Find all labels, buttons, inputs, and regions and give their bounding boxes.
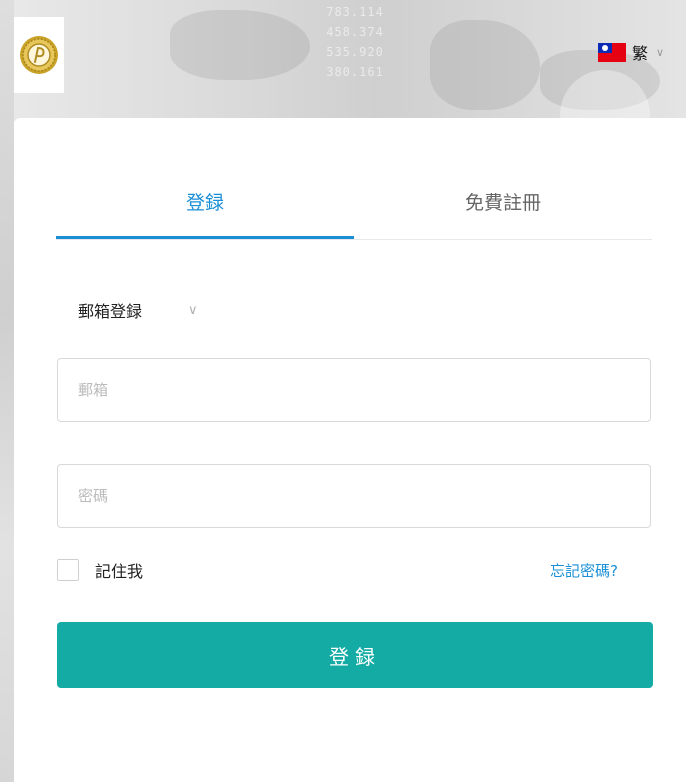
login-method-select[interactable]: 郵箱登録 ∨ (78, 298, 198, 322)
email-field[interactable] (57, 358, 651, 422)
language-label: 繁 (632, 44, 649, 63)
chevron-down-icon: ∨ (188, 302, 198, 318)
remember-me-checkbox[interactable] (57, 559, 79, 581)
chevron-down-icon: ∨ (656, 45, 665, 59)
password-input[interactable] (58, 465, 650, 527)
background-ticker-decoration: 783.114 458.374 535.920 380.161 (318, 5, 384, 79)
site-logo[interactable] (14, 17, 64, 93)
remember-me-label: 記住我 (95, 562, 144, 581)
language-switcher[interactable]: 繁 ∨ (598, 40, 664, 64)
header-banner: 783.114 458.374 535.920 380.161 (0, 0, 686, 122)
taiwan-flag-icon (598, 42, 626, 62)
gold-seal-logo-icon (20, 36, 58, 74)
login-card: 登録 免費註冊 郵箱登録 ∨ 記住我 忘記密碼? 登録 (14, 118, 686, 782)
login-button[interactable]: 登録 (57, 622, 653, 688)
remember-me[interactable]: 記住我 (57, 558, 143, 582)
email-input[interactable] (58, 359, 650, 421)
tab-login[interactable]: 登録 (56, 183, 354, 239)
background-map-shape (430, 20, 540, 110)
background-map-shape (170, 10, 310, 80)
auth-tabs: 登録 免費註冊 (56, 183, 652, 240)
login-method-label: 郵箱登録 (78, 302, 143, 321)
password-field[interactable] (57, 464, 651, 528)
tab-register[interactable]: 免費註冊 (354, 183, 652, 237)
left-background-strip (0, 0, 14, 782)
forgot-password-link[interactable]: 忘記密碼? (550, 560, 618, 581)
